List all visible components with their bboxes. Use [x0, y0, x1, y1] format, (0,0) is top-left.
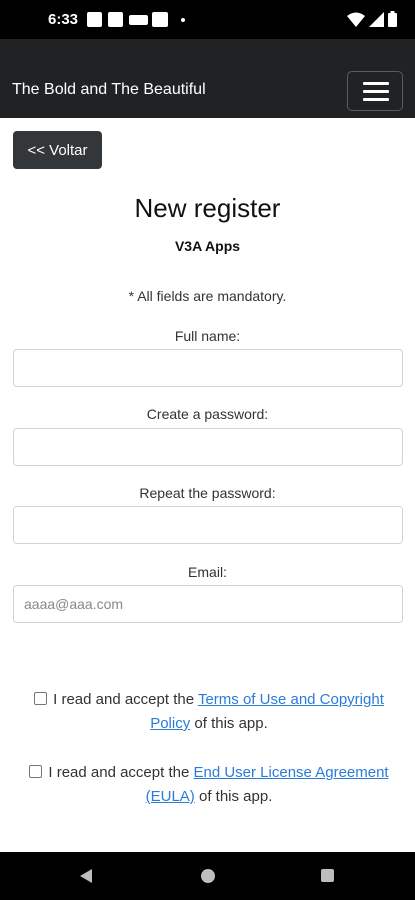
page-subtitle: V3A Apps	[174, 238, 241, 254]
nav-recents-icon[interactable]	[321, 869, 334, 882]
full-name-label: Full name:	[174, 328, 241, 344]
app-navbar: The Bold and The Beautiful	[0, 39, 415, 118]
eula-prefix: I read and accept the	[48, 764, 194, 781]
signal-icon	[369, 11, 384, 27]
status-icons	[347, 11, 397, 27]
status-time: 6:33	[48, 11, 79, 28]
terms-acceptance: I read and accept the Terms of Use and C…	[14, 688, 404, 736]
notification-icon	[152, 12, 168, 27]
hamburger-icon	[363, 90, 389, 93]
hamburger-icon	[363, 98, 389, 101]
repeat-password-input[interactable]	[13, 506, 403, 544]
password-label: Create a password:	[146, 406, 269, 422]
notification-icon	[108, 12, 123, 27]
nav-back-icon[interactable]	[80, 869, 92, 883]
repeat-password-label: Repeat the password:	[139, 485, 276, 501]
email-input[interactable]	[13, 585, 403, 623]
eula-acceptance: I read and accept the End User License A…	[14, 761, 404, 809]
battery-icon	[388, 11, 397, 27]
eula-suffix: of this app.	[194, 788, 273, 805]
status-bar: 6:33	[0, 0, 415, 39]
terms-prefix: I read and accept the	[53, 691, 198, 708]
full-name-input[interactable]	[13, 349, 403, 387]
navbar-brand[interactable]: The Bold and The Beautiful	[12, 81, 206, 99]
page-title: New register	[134, 193, 281, 223]
system-navigation-bar	[0, 852, 415, 900]
terms-suffix: of this app.	[190, 715, 268, 732]
password-input[interactable]	[13, 428, 403, 466]
terms-checkbox[interactable]	[34, 692, 48, 705]
nav-home-icon[interactable]	[201, 869, 215, 883]
notification-icon	[87, 12, 102, 27]
eula-checkbox[interactable]	[29, 765, 43, 778]
email-label: Email:	[188, 564, 227, 580]
hamburger-menu-button[interactable]	[347, 71, 403, 111]
more-notifications-icon	[181, 18, 185, 22]
mandatory-note: * All fields are mandatory.	[128, 288, 287, 304]
back-button[interactable]: << Voltar	[13, 131, 102, 169]
wifi-icon	[347, 12, 365, 27]
notification-icon	[129, 15, 148, 25]
hamburger-icon	[363, 82, 389, 85]
